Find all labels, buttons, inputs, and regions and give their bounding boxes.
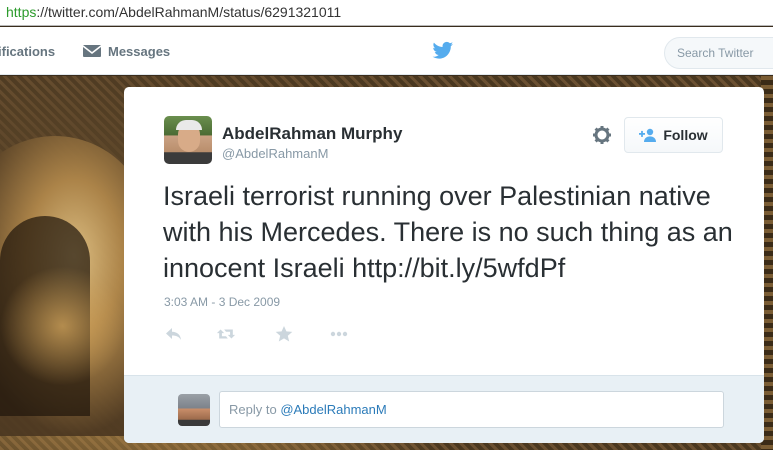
twitter-bird-icon[interactable] (432, 41, 454, 61)
address-bar[interactable]: https://twitter.com/AbdelRahmanM/status/… (0, 0, 773, 26)
url-path: ://twitter.com/AbdelRahmanM/status/62913… (36, 4, 342, 20)
avatar-cap (176, 120, 202, 130)
nav-notifications-label: ifications (0, 43, 56, 59)
tweet-timestamp[interactable]: 3:03 AM - 3 Dec 2009 (164, 295, 280, 309)
search-placeholder: Search Twitter (677, 46, 754, 60)
retweet-icon[interactable] (216, 325, 236, 343)
envelope-icon (82, 45, 102, 57)
reply-prefix: Reply to (229, 402, 281, 417)
url-scheme: https (6, 4, 37, 20)
more-icon[interactable] (329, 325, 349, 343)
reply-box: Reply to @AbdelRahmanM (124, 375, 764, 443)
viewer-avatar (178, 394, 210, 426)
reply-icon[interactable] (164, 325, 184, 343)
add-user-icon (639, 128, 657, 142)
top-navigation: ifications Messages Search Twitter (0, 27, 773, 75)
tweet-card: AbdelRahman Murphy @AbdelRahmanM Follow … (124, 87, 764, 443)
nav-messages-label: Messages (108, 43, 171, 59)
tweet-text: Israeli terrorist running over Palestini… (163, 181, 733, 283)
username-handle[interactable]: @AbdelRahmanM (222, 146, 328, 161)
follow-label: Follow (663, 127, 708, 143)
reply-mention: @AbdelRahmanM (280, 402, 387, 417)
favorite-icon[interactable] (274, 325, 294, 343)
avatar[interactable] (164, 116, 212, 164)
url-text[interactable]: https://twitter.com/AbdelRahmanM/status/… (6, 4, 341, 20)
nav-messages[interactable]: Messages (82, 27, 170, 75)
background-ornament (0, 266, 125, 386)
nav-notifications[interactable]: ifications (0, 27, 55, 75)
search-input[interactable]: Search Twitter (664, 37, 773, 69)
display-name[interactable]: AbdelRahman Murphy (222, 124, 402, 144)
follow-button[interactable]: Follow (624, 117, 723, 153)
gear-icon[interactable] (592, 125, 612, 145)
reply-input[interactable]: Reply to @AbdelRahmanM (219, 391, 724, 428)
